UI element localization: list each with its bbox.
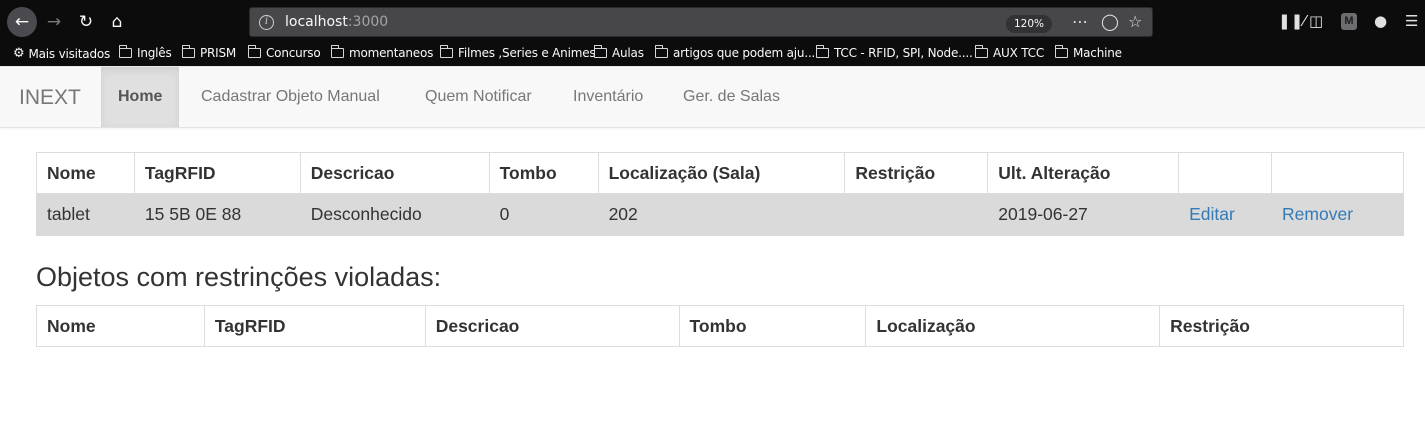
column-header: Descricao xyxy=(299,152,490,194)
nav-inventario[interactable]: Inventário xyxy=(556,67,660,127)
bookmark-label: TCC - RFID, SPI, Node.... xyxy=(834,46,973,60)
table-header-row: Nome TagRFID Descricao Tombo Localização… xyxy=(36,305,1404,347)
edit-link[interactable]: Editar xyxy=(1189,204,1235,224)
bookmark-folder-aulas[interactable]: Aulas xyxy=(593,45,644,60)
cell-ult-alteracao: 2019-06-27 xyxy=(987,193,1180,236)
column-header: Restrição xyxy=(844,152,989,194)
extension-icon[interactable]: M xyxy=(1341,13,1357,30)
cell-localizacao: 202 xyxy=(597,193,846,236)
folder-icon xyxy=(118,45,132,58)
folder-icon xyxy=(439,45,453,58)
column-header: Nome xyxy=(36,152,135,194)
table-header-row: Nome TagRFID Descricao Tombo Localização… xyxy=(36,152,1404,194)
bookmark-folder-prism[interactable]: PRISM xyxy=(181,45,237,60)
url-bar[interactable]: i localhost:3000 120% ⋯ ◯ ☆ xyxy=(249,7,1153,37)
bookmark-label: Filmes ,Series e Animes xyxy=(458,46,596,60)
menu-icon[interactable]: ☰ xyxy=(1405,12,1418,30)
bookmark-folder-tcc[interactable]: TCC - RFID, SPI, Node.... xyxy=(815,45,973,60)
bookmark-label: Mais visitados xyxy=(28,46,111,61)
bookmark-folder-aux-tcc[interactable]: AUX TCC xyxy=(974,45,1045,60)
bookmark-folder-filmes[interactable]: Filmes ,Series e Animes xyxy=(439,45,596,60)
bookmark-label: Aulas xyxy=(612,46,644,60)
home-icon[interactable]: ⌂ xyxy=(103,8,131,36)
bookmark-star-icon[interactable]: ☆ xyxy=(1128,12,1142,31)
column-header: Descricao xyxy=(424,305,680,347)
gear-icon: ⚙ xyxy=(13,46,25,61)
url-text[interactable]: localhost:3000 xyxy=(285,14,388,30)
bookmark-label: momentaneos xyxy=(349,46,434,60)
folder-icon xyxy=(181,45,195,58)
folder-icon xyxy=(330,45,344,58)
bookmark-label: Machine xyxy=(1073,46,1122,60)
app-navbar: INEXT Home Cadastrar Objeto Manual Quem … xyxy=(0,66,1425,128)
bookmark-folder-ingles[interactable]: Inglês xyxy=(118,45,172,60)
zoom-level-badge[interactable]: 120% xyxy=(1006,15,1053,33)
url-host: localhost xyxy=(285,14,348,30)
folder-icon xyxy=(593,45,607,58)
bookmark-folder-machine[interactable]: Machine xyxy=(1054,45,1122,60)
brand-logo[interactable]: INEXT xyxy=(19,86,81,110)
bookmark-label: artigos que podem aju... xyxy=(673,46,816,60)
column-header: Restrição xyxy=(1159,305,1404,347)
bookmark-label: AUX TCC xyxy=(993,46,1045,60)
remove-link[interactable]: Remover xyxy=(1282,204,1353,224)
column-header: Tombo xyxy=(488,152,599,194)
column-header: Localização (Sala) xyxy=(597,152,846,194)
column-header: Localização xyxy=(865,305,1161,347)
reload-icon[interactable]: ↻ xyxy=(72,8,100,36)
table-row: tablet 15 5B 0E 88 Desconhecido 0 202 20… xyxy=(36,193,1404,236)
column-header: Nome xyxy=(36,305,205,347)
cell-tag: 15 5B 0E 88 xyxy=(133,193,301,236)
folder-icon xyxy=(654,45,668,58)
forward-arrow-icon[interactable]: → xyxy=(40,8,68,36)
bookmark-label: PRISM xyxy=(200,46,237,60)
library-icon[interactable]: ❚❚⁄ xyxy=(1278,12,1306,30)
column-header: TagRFID xyxy=(203,305,426,347)
folder-icon xyxy=(815,45,829,58)
page-actions-icon[interactable]: ⋯ xyxy=(1072,12,1088,31)
cell-nome: tablet xyxy=(36,193,135,236)
cell-descricao: Desconhecido xyxy=(299,193,490,236)
folder-icon xyxy=(1054,45,1068,58)
back-arrow-icon[interactable]: ← xyxy=(7,7,37,37)
violations-table: Nome TagRFID Descricao Tombo Localização… xyxy=(36,305,1404,347)
bookmark-label: Concurso xyxy=(266,46,321,60)
site-info-icon[interactable]: i xyxy=(259,15,274,30)
pocket-icon[interactable]: ◯ xyxy=(1101,12,1119,31)
nav-ger-salas[interactable]: Ger. de Salas xyxy=(666,67,797,127)
column-header xyxy=(1178,152,1273,194)
violations-title: Objetos com restrinções violadas: xyxy=(36,262,442,292)
url-port: :3000 xyxy=(347,14,389,30)
sidebar-icon[interactable]: ◫ xyxy=(1309,12,1323,30)
nav-quem-notificar[interactable]: Quem Notificar xyxy=(408,67,549,127)
column-header: TagRFID xyxy=(133,152,301,194)
column-header: Ult. Alteração xyxy=(987,152,1180,194)
cell-remove: Remover xyxy=(1271,193,1404,236)
cell-restricao xyxy=(844,193,989,236)
bookmark-most-visited[interactable]: ⚙ Mais visitados xyxy=(13,46,110,61)
bookmark-label: Inglês xyxy=(137,46,172,60)
column-header xyxy=(1271,152,1404,194)
bookmark-folder-artigos[interactable]: artigos que podem aju... xyxy=(654,45,816,60)
cell-tombo: 0 xyxy=(488,193,599,236)
cell-edit: Editar xyxy=(1178,193,1273,236)
column-header: Tombo xyxy=(678,305,867,347)
browser-toolbar: ← → ↻ ⌂ i localhost:3000 120% ⋯ ◯ ☆ ❚❚⁄ … xyxy=(0,0,1425,42)
objects-table: Nome TagRFID Descricao Tombo Localização… xyxy=(36,152,1404,236)
account-icon[interactable]: ● xyxy=(1374,12,1387,30)
bookmark-folder-momentaneos[interactable]: momentaneos xyxy=(330,45,434,60)
nav-home[interactable]: Home xyxy=(101,67,180,127)
nav-cadastrar-objeto[interactable]: Cadastrar Objeto Manual xyxy=(184,67,397,127)
folder-icon xyxy=(974,45,988,58)
folder-icon xyxy=(247,45,261,58)
bookmark-folder-concurso[interactable]: Concurso xyxy=(247,45,321,60)
